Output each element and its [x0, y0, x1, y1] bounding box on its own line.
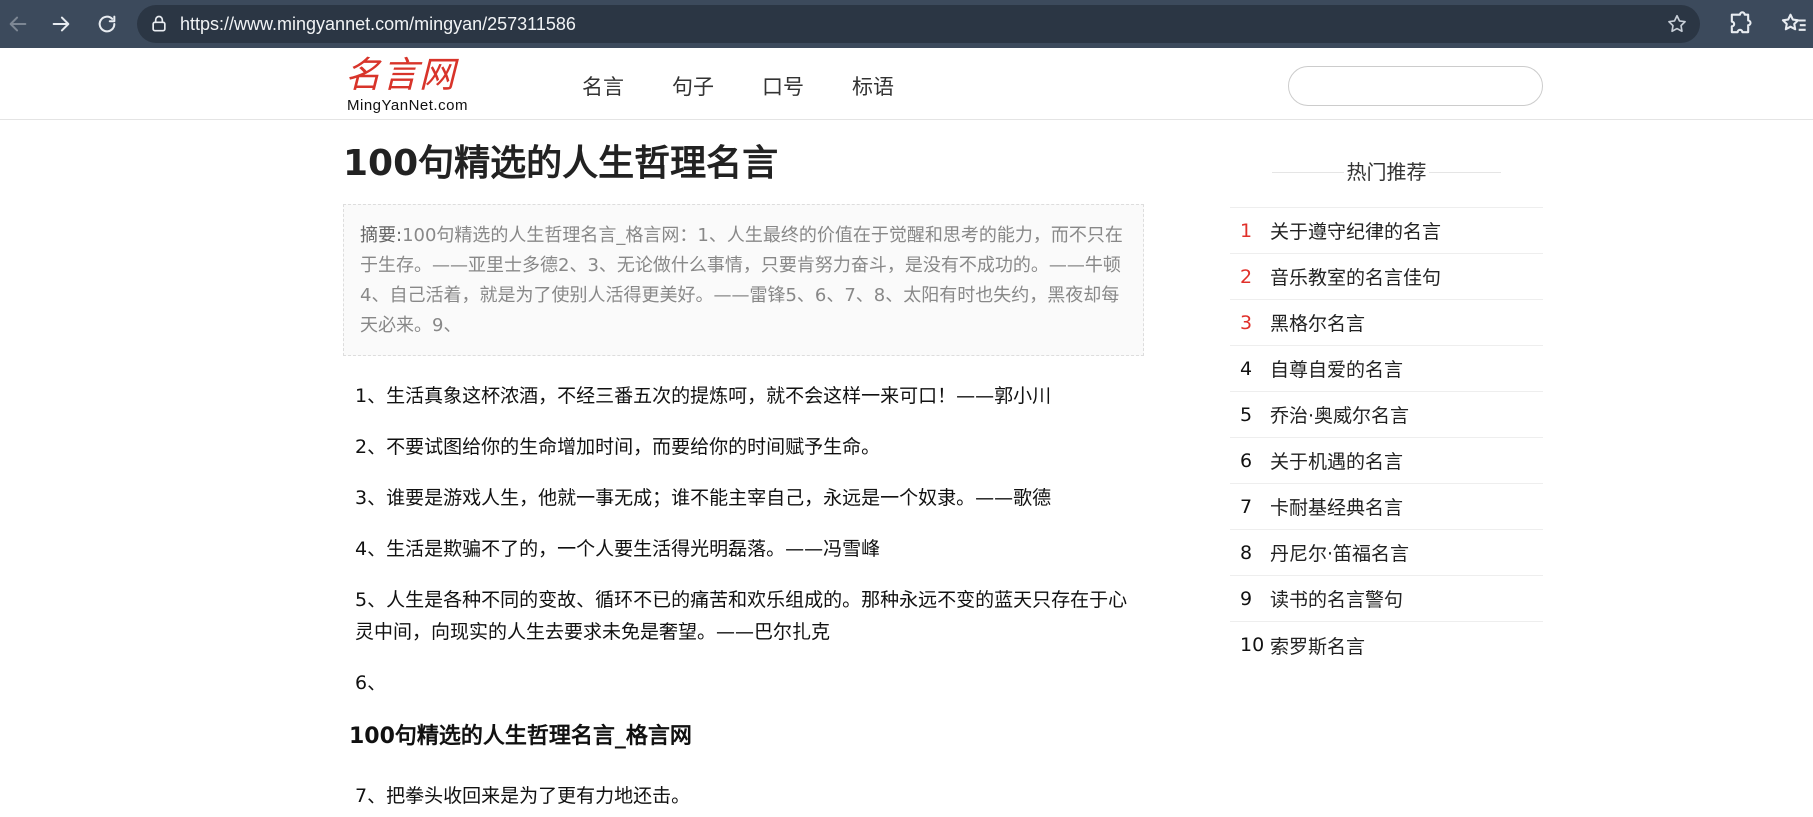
list-item[interactable]: 8 丹尼尔·笛福名言	[1230, 530, 1543, 576]
list-item-link[interactable]: 丹尼尔·笛福名言	[1270, 539, 1409, 566]
nav-item-kouhao[interactable]: 口号	[762, 71, 804, 101]
sidebar-hot: 热门推荐 1 关于遵守纪律的名言 2 音乐教室的名言佳句 3 黑格尔名言 4 自尊自爱的名言 5…	[1230, 150, 1543, 668]
address-bar[interactable]: https://www.mingyannet.com/mingyan/25731…	[137, 5, 1700, 43]
quote-paragraph: 6、	[355, 672, 387, 694]
rank-number: 5	[1240, 403, 1253, 426]
list-item-link[interactable]: 黑格尔名言	[1270, 309, 1365, 336]
lock-icon[interactable]	[149, 14, 169, 34]
reload-icon	[98, 15, 116, 33]
search-input[interactable]	[1288, 66, 1543, 106]
nav-item-mingyan[interactable]: 名言	[582, 71, 624, 101]
list-item[interactable]: 9 读书的名言警句	[1230, 576, 1543, 622]
rank-number: 4	[1240, 357, 1253, 380]
list-item[interactable]: 2 音乐教室的名言佳句	[1230, 254, 1543, 300]
reload-button[interactable]	[91, 8, 123, 40]
list-item-link[interactable]: 读书的名言警句	[1270, 585, 1403, 612]
list-item[interactable]: 5 乔治·奥威尔名言	[1230, 392, 1543, 438]
rank-number: 3	[1240, 311, 1253, 334]
list-item[interactable]: 3 黑格尔名言	[1230, 300, 1543, 346]
nav-item-biaoyu[interactable]: 标语	[852, 71, 894, 101]
page-title: 100句精选的人生哲理名言	[343, 143, 779, 184]
forward-button[interactable]	[45, 8, 77, 40]
rank-number: 8	[1240, 541, 1253, 564]
back-button[interactable]	[2, 8, 34, 40]
site-logo[interactable]: 名言网 MingYanNet.com	[345, 55, 485, 115]
rank-number: 2	[1240, 265, 1253, 288]
arrow-left-icon	[9, 16, 27, 32]
nav-item-juzi[interactable]: 句子	[672, 71, 714, 101]
list-item-link[interactable]: 索罗斯名言	[1270, 632, 1365, 659]
list-item-link[interactable]: 自尊自爱的名言	[1270, 355, 1403, 382]
quote-paragraph: 7、把拳头收回来是为了更有力地还击。	[355, 785, 691, 807]
summary-label: 摘要:	[360, 225, 403, 246]
main-nav: 名言 句子 口号 标语	[582, 71, 894, 101]
quote-paragraph: 1、生活真象这杯浓酒，不经三番五次的提炼呵，就不会这样一来可口！——郭小川	[355, 385, 1052, 407]
summary-text: 100句精选的人生哲理名言_格言网：1、人生最终的价值在于觉醒和思考的能力，而不…	[360, 225, 1123, 336]
sidebar-title: 热门推荐	[1230, 150, 1543, 194]
url-text[interactable]: https://www.mingyannet.com/mingyan/25731…	[180, 14, 576, 35]
article-body: 1、生活真象这杯浓酒，不经三番五次的提炼呵，就不会这样一来可口！——郭小川 2、…	[349, 380, 1145, 817]
favorites-icon[interactable]	[1780, 10, 1808, 38]
list-item[interactable]: 7 卡耐基经典名言	[1230, 484, 1543, 530]
quote-paragraph: 3、谁要是游戏人生，他就一事无成；谁不能主宰自己，永远是一个奴隶。——歌德	[355, 487, 1052, 509]
list-item-link[interactable]: 关于遵守纪律的名言	[1270, 217, 1441, 244]
quote-paragraph: 4、生活是欺骗不了的，一个人要生活得光明磊落。——冯雪峰	[355, 538, 881, 560]
list-item-link[interactable]: 关于机遇的名言	[1270, 447, 1403, 474]
list-item[interactable]: 4 自尊自爱的名言	[1230, 346, 1543, 392]
star-icon[interactable]	[1666, 13, 1688, 35]
article-subheading: 100句精选的人生哲理名言_格言网	[349, 724, 692, 749]
logo-chinese: 名言网	[345, 55, 457, 96]
rank-number: 6	[1240, 449, 1253, 472]
rank-number: 1	[1240, 219, 1253, 242]
hot-list: 1 关于遵守纪律的名言 2 音乐教室的名言佳句 3 黑格尔名言 4 自尊自爱的名言 5 乔治·奥威…	[1230, 207, 1543, 668]
browser-toolbar: https://www.mingyannet.com/mingyan/25731…	[0, 0, 1813, 48]
list-item[interactable]: 10 索罗斯名言	[1230, 622, 1543, 668]
list-item-link[interactable]: 乔治·奥威尔名言	[1270, 401, 1409, 428]
summary-box: 摘要:100句精选的人生哲理名言_格言网：1、人生最终的价值在于觉醒和思考的能力…	[343, 204, 1144, 356]
logo-english: MingYanNet.com	[347, 97, 468, 114]
quote-paragraph: 5、人生是各种不同的变故、循环不已的痛苦和欢乐组成的。那种永远不变的蓝天只存在于…	[355, 589, 1128, 643]
arrow-right-icon	[52, 16, 70, 32]
site-header: 名言网 MingYanNet.com 名言 句子 口号 标语	[0, 48, 1813, 120]
list-item-link[interactable]: 音乐教室的名言佳句	[1270, 263, 1441, 290]
list-item-link[interactable]: 卡耐基经典名言	[1270, 493, 1403, 520]
puzzle-icon[interactable]	[1726, 10, 1754, 38]
list-item[interactable]: 1 关于遵守纪律的名言	[1230, 208, 1543, 254]
quote-paragraph: 2、不要试图给你的生命增加时间，而要给你的时间赋予生命。	[355, 436, 881, 458]
list-item[interactable]: 6 关于机遇的名言	[1230, 438, 1543, 484]
rank-number: 10	[1240, 634, 1265, 656]
rank-number: 7	[1240, 495, 1253, 518]
rank-number: 9	[1240, 587, 1253, 610]
